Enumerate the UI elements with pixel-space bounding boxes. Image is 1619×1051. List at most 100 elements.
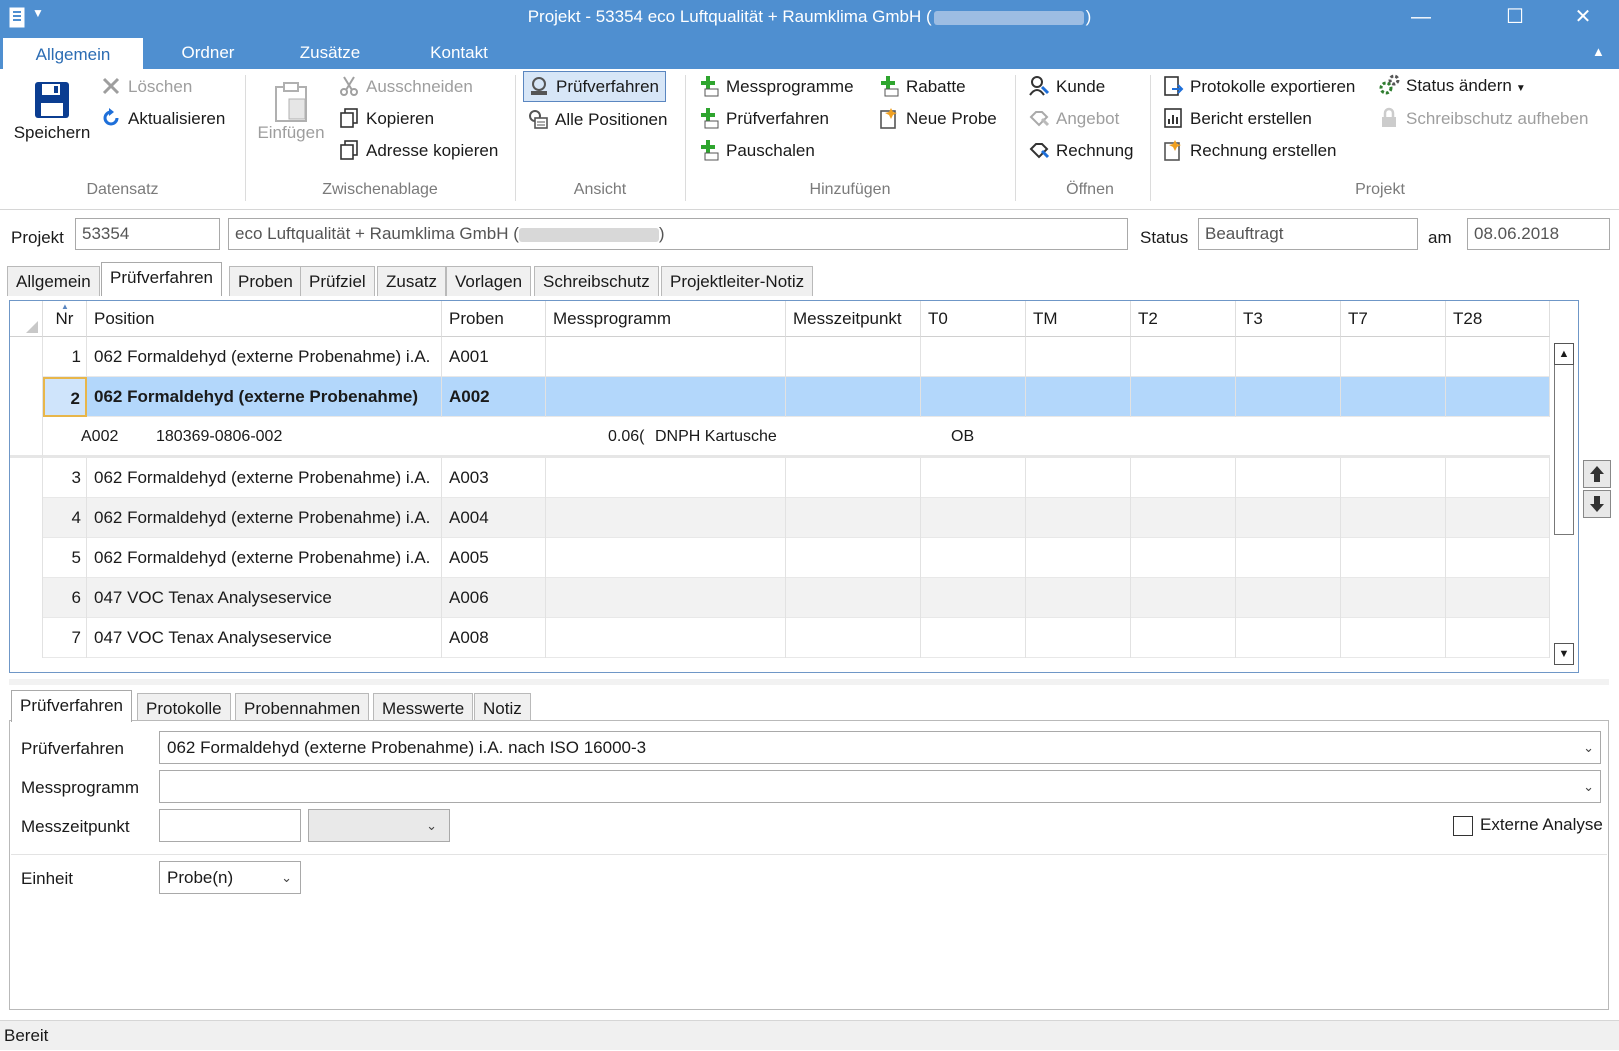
remove-write-protection-button[interactable]: Schreibschutz aufheben: [1378, 105, 1588, 133]
bottom-tab-messwerte[interactable]: Messwerte: [373, 693, 474, 723]
column-header-proben[interactable]: Proben: [442, 301, 546, 337]
tab-vorlagen[interactable]: Vorlagen: [446, 266, 532, 296]
maximize-button[interactable]: ☐: [1490, 0, 1540, 36]
table-row-selected[interactable]: 2 062 Formaldehyd (externe Probenahme) A…: [10, 377, 1550, 417]
chevron-down-icon: ⌄: [426, 818, 437, 833]
bottom-tab-pruefverfahren[interactable]: Prüfverfahren: [11, 690, 132, 722]
splitter[interactable]: [9, 679, 1609, 685]
row-indicator[interactable]: [10, 458, 43, 498]
ribbon-tab-zusaetze[interactable]: Zusätze: [290, 36, 370, 69]
open-customer-button[interactable]: Kunde: [1028, 73, 1105, 101]
table-row[interactable]: 5 062 Formaldehyd (externe Probenahme) i…: [10, 538, 1550, 578]
table-row[interactable]: 4 062 Formaldehyd (externe Probenahme) i…: [10, 498, 1550, 538]
row-indicator[interactable]: [10, 498, 43, 538]
save-button[interactable]: Speichern: [12, 81, 92, 143]
add-messprogramme-button[interactable]: Messprogramme: [698, 73, 854, 101]
cut-button[interactable]: Ausschneiden: [338, 73, 473, 101]
view-all-positions-button[interactable]: Alle Positionen: [527, 106, 667, 134]
create-invoice-button[interactable]: Rechnung erstellen: [1162, 137, 1336, 165]
date-field[interactable]: 08.06.2018: [1467, 218, 1610, 250]
open-invoice-button[interactable]: Rechnung: [1028, 137, 1134, 165]
ribbon-tab-kontakt[interactable]: Kontakt: [417, 36, 501, 69]
bottom-tab-probennahmen[interactable]: Probennahmen: [235, 693, 370, 723]
tab-zusatz[interactable]: Zusatz: [377, 266, 447, 296]
copy-button[interactable]: Kopieren: [338, 105, 434, 133]
add-plus-icon: [878, 75, 900, 97]
add-pruefverfahren-button[interactable]: Prüfverfahren: [698, 105, 829, 133]
copy-address-button[interactable]: Adresse kopieren: [338, 137, 498, 165]
redacted-name: [518, 227, 659, 242]
row-nr: 4: [43, 498, 87, 538]
messzeitpunkt-unit-combobox[interactable]: ⌄: [308, 809, 450, 842]
vertical-scrollbar[interactable]: ▲ ▼: [1551, 337, 1578, 672]
delete-button[interactable]: Löschen: [100, 73, 192, 101]
column-header-t2[interactable]: T2: [1131, 301, 1236, 337]
row-position: 062 Formaldehyd (externe Probenahme) i.A…: [87, 458, 442, 498]
column-header-tm[interactable]: TM: [1026, 301, 1131, 337]
bottom-tab-protokolle[interactable]: Protokolle: [137, 693, 231, 723]
einheit-combobox[interactable]: Probe(n) ⌄: [159, 861, 301, 894]
create-report-button[interactable]: Bericht erstellen: [1162, 105, 1312, 133]
add-pauschalen-button[interactable]: Pauschalen: [698, 137, 815, 165]
ribbon-tab-bar: Allgemein Ordner Zusätze Kontakt ▲: [0, 36, 1619, 69]
sample-detail-row[interactable]: A002 180369-0806-002 0.06( DNPH Kartusch…: [10, 417, 1550, 458]
column-header-nr[interactable]: ▲ Nr: [43, 301, 87, 337]
column-header-t7[interactable]: T7: [1341, 301, 1446, 337]
table-row[interactable]: 1 062 Formaldehyd (externe Probenahme) i…: [10, 337, 1550, 377]
change-status-button[interactable]: Status ändern ▼: [1378, 72, 1526, 100]
column-header-t0[interactable]: T0: [921, 301, 1026, 337]
row-indicator[interactable]: [10, 578, 43, 618]
move-up-button[interactable]: [1583, 460, 1611, 488]
row-indicator[interactable]: [10, 538, 43, 578]
group-label-datensatz: Datensatz: [86, 181, 159, 198]
collapse-ribbon-icon[interactable]: ▲: [1592, 44, 1605, 59]
export-protocols-button[interactable]: Protokolle exportieren: [1162, 73, 1355, 101]
row-indicator[interactable]: [10, 337, 43, 377]
move-down-button[interactable]: [1583, 490, 1611, 518]
row-indicator[interactable]: [10, 377, 43, 417]
column-header-messprogramm[interactable]: Messprogramm: [546, 301, 786, 337]
column-header-t28[interactable]: T28: [1446, 301, 1550, 337]
customer-icon: [1028, 75, 1050, 97]
messprogramm-combobox[interactable]: ⌄: [159, 770, 1601, 803]
close-button[interactable]: ✕: [1558, 0, 1608, 36]
ribbon-tab-allgemein[interactable]: Allgemein: [3, 38, 143, 69]
ribbon-tab-ordner[interactable]: Ordner: [163, 36, 253, 69]
tab-schreibschutz[interactable]: Schreibschutz: [534, 266, 659, 296]
externe-analyse-checkbox[interactable]: [1453, 816, 1473, 836]
tab-pruefverfahren[interactable]: Prüfverfahren: [101, 262, 222, 296]
messzeitpunkt-input[interactable]: [159, 809, 301, 842]
project-number-field[interactable]: 53354: [75, 218, 220, 250]
status-field[interactable]: Beauftragt: [1198, 218, 1418, 250]
table-row[interactable]: 6 047 VOC Tenax Analyseservice A006: [10, 578, 1550, 618]
view-pruefverfahren-button[interactable]: Prüfverfahren: [523, 71, 666, 102]
add-new-sample-button[interactable]: Neue Probe: [878, 105, 997, 133]
positions-grid: ▲ Nr Position Proben Messprogramm Messzei…: [9, 300, 1579, 673]
row-indicator[interactable]: [10, 417, 43, 457]
refresh-button[interactable]: Aktualisieren: [100, 105, 225, 133]
tab-allgemein[interactable]: Allgemein: [7, 266, 100, 296]
table-row[interactable]: 7 047 VOC Tenax Analyseservice A008: [10, 618, 1550, 658]
add-rabatte-button[interactable]: Rabatte: [878, 73, 966, 101]
project-name-field[interactable]: eco Luftqualität + Raumklima GmbH (): [228, 218, 1128, 250]
minimize-button[interactable]: —: [1396, 0, 1446, 36]
table-row[interactable]: 3 062 Formaldehyd (externe Probenahme) i…: [10, 458, 1550, 498]
pruefverfahren-combobox[interactable]: 062 Formaldehyd (externe Probenahme) i.A…: [159, 731, 1601, 764]
scroll-thumb[interactable]: [1554, 365, 1574, 535]
scroll-up-button[interactable]: ▲: [1554, 343, 1574, 365]
grid-corner[interactable]: [10, 301, 43, 337]
paste-button[interactable]: Einfügen: [255, 81, 327, 143]
group-label-projekt: Projekt: [1355, 181, 1405, 198]
row-indicator[interactable]: [10, 618, 43, 658]
column-header-messzeitpunkt[interactable]: Messzeitpunkt: [786, 301, 921, 337]
title-bar: ▼ Projekt - 53354 eco Luftqualität + Rau…: [0, 0, 1619, 36]
tab-projektleiter-notiz[interactable]: Projektleiter-Notiz: [661, 266, 814, 296]
divider: [11, 854, 1607, 855]
column-header-position[interactable]: Position: [87, 301, 442, 337]
open-offer-button[interactable]: Angebot: [1028, 105, 1119, 133]
tab-pruefziel[interactable]: Prüfziel: [300, 266, 375, 296]
tab-proben[interactable]: Proben: [229, 266, 302, 296]
scroll-down-button[interactable]: ▼: [1554, 643, 1574, 665]
bottom-tab-notiz[interactable]: Notiz: [474, 693, 531, 723]
column-header-t3[interactable]: T3: [1236, 301, 1341, 337]
